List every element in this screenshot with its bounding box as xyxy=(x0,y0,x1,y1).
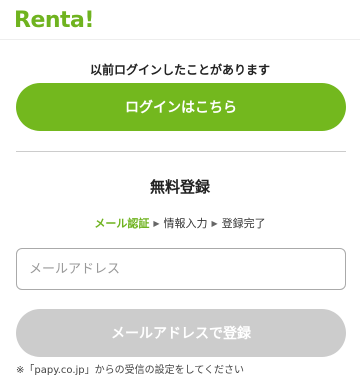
step-arrow-icon: ▶ xyxy=(153,218,160,228)
registration-title: 無料登録 xyxy=(149,178,210,196)
login-button[interactable]: ログインはこちら xyxy=(16,83,346,131)
registration-steps: メール認証 ▶ 情報入力 ▶ 登録完了 xyxy=(0,215,360,231)
previous-login-message: 以前ログインしたことがあります xyxy=(89,63,270,77)
renta-logo[interactable]: Renta! xyxy=(14,7,94,33)
register-email-button[interactable]: メールアドレスで登録 xyxy=(16,309,346,357)
step-complete: 登録完了 xyxy=(221,217,266,230)
receive-setting-note: ※「papy.co.jp」からの受信の設定をしてください xyxy=(16,365,245,376)
header: Renta! xyxy=(0,0,360,40)
email-input[interactable] xyxy=(16,248,346,290)
step-email-verification: メール認証 xyxy=(94,217,150,230)
step-arrow-icon: ▶ xyxy=(211,218,218,228)
divider xyxy=(16,151,346,152)
step-info-input: 情報入力 xyxy=(163,217,208,230)
logo-text: Renta! xyxy=(14,7,94,33)
